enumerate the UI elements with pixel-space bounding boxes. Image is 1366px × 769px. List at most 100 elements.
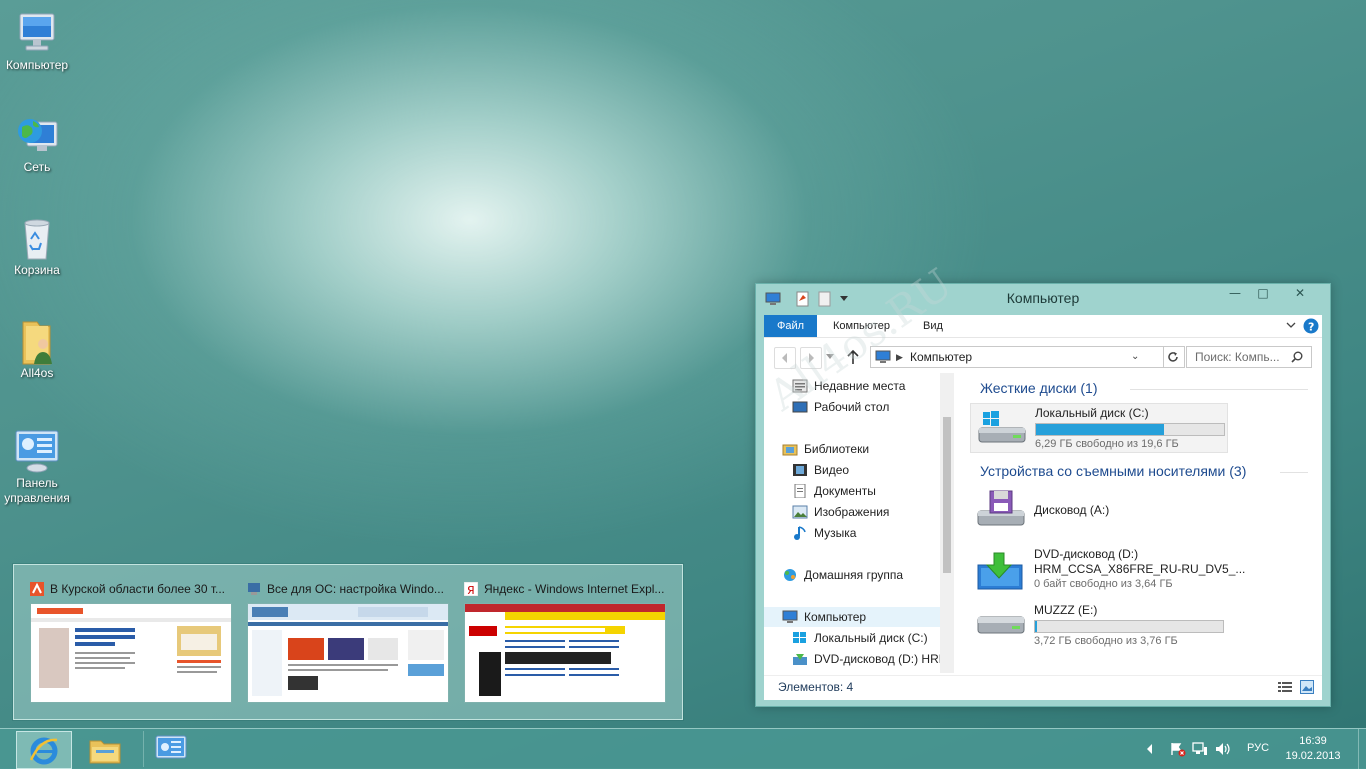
drive-name: Дисковод (A:) bbox=[1034, 503, 1110, 517]
music-icon bbox=[794, 526, 806, 540]
desktop-icon-label: Корзина bbox=[14, 263, 60, 277]
nav-item-label: Домашняя группа bbox=[804, 568, 904, 582]
show-desktop-button[interactable] bbox=[1358, 729, 1366, 769]
breadcrumb: Компьютер bbox=[910, 350, 973, 364]
search-box[interactable]: Поиск: Компь... bbox=[1186, 346, 1312, 368]
content-pane: Жесткие диски (1) Локальный диск (C:) 6,… bbox=[960, 373, 1320, 675]
desktop-icon-control-panel[interactable]: Панель управления bbox=[0, 428, 74, 506]
computer-icon bbox=[782, 610, 798, 623]
nav-item-documents[interactable]: Документы bbox=[792, 481, 876, 501]
title-bar[interactable]: Компьютер — □ ✕ bbox=[756, 284, 1330, 314]
user-folder-icon bbox=[13, 318, 61, 366]
nav-item-dvd-drive[interactable]: DVD-дисковод (D:) HRM bbox=[792, 649, 941, 669]
recent-places-icon bbox=[792, 379, 808, 393]
address-dropdown-icon[interactable]: ⌄ bbox=[1131, 347, 1139, 367]
nav-item-label: Недавние места bbox=[814, 379, 906, 393]
drive-floppy-a[interactable]: Дисковод (A:) bbox=[970, 487, 1200, 535]
floppy-drive-icon bbox=[977, 490, 1025, 526]
nav-item-label: Документы bbox=[814, 484, 876, 498]
images-icon bbox=[792, 505, 808, 519]
back-button[interactable] bbox=[774, 347, 796, 369]
desktop-icon-all4os[interactable]: All4os bbox=[0, 318, 74, 381]
drive-usb-e[interactable]: MUZZZ (E:) 3,72 ГБ свободно из 3,76 ГБ bbox=[970, 601, 1224, 649]
drive-usage-fill bbox=[1035, 621, 1037, 632]
control-panel-icon bbox=[155, 735, 187, 759]
up-arrow-icon[interactable] bbox=[846, 349, 860, 365]
tab-computer[interactable]: Компьютер bbox=[820, 315, 903, 337]
nav-item-homegroup[interactable]: Домашняя группа bbox=[782, 565, 903, 585]
explorer-window[interactable]: Компьютер — □ ✕ Файл Компьютер Вид ? ▶ К… bbox=[755, 283, 1331, 707]
show-hidden-icons-icon[interactable] bbox=[1146, 744, 1154, 754]
desktop-icon-recycle-bin[interactable]: Корзина bbox=[0, 215, 74, 278]
nav-item-desktop[interactable]: Рабочий стол bbox=[792, 397, 889, 417]
clock[interactable]: 16:39 19.02.2013 bbox=[1283, 734, 1343, 764]
nav-item-recent-places[interactable]: Недавние места bbox=[792, 376, 905, 396]
recycle-bin-icon bbox=[13, 215, 61, 263]
navigation-scrollbar[interactable] bbox=[940, 373, 954, 673]
computer-icon bbox=[13, 10, 61, 58]
svg-text:?: ? bbox=[1308, 321, 1314, 334]
help-icon[interactable]: ? bbox=[1303, 318, 1319, 334]
ribbon-tabs: Файл Компьютер Вид ? bbox=[764, 315, 1322, 337]
refresh-icon bbox=[1168, 352, 1178, 362]
drive-dvd-d[interactable]: DVD-дисковод (D:) HRM_CCSA_X86FRE_RU-RU_… bbox=[970, 545, 1245, 593]
documents-icon bbox=[794, 484, 806, 498]
taskbar-button-file-explorer[interactable] bbox=[78, 731, 132, 767]
dvd-install-icon bbox=[977, 552, 1023, 590]
refresh-button[interactable] bbox=[1162, 346, 1185, 368]
svg-text:Я: Я bbox=[467, 584, 475, 596]
recent-locations-icon[interactable] bbox=[826, 354, 834, 360]
desktop-icon-network[interactable]: Сеть bbox=[0, 112, 74, 175]
preview-window-yandex[interactable]: Я Яндекс - Windows Internet Expl... bbox=[464, 579, 666, 703]
forward-arrow-icon bbox=[809, 353, 814, 363]
preview-window-news[interactable]: В Курской области более 30 т... bbox=[30, 579, 232, 703]
action-center-icon[interactable] bbox=[1170, 741, 1186, 757]
taskbar-button-control-panel[interactable] bbox=[143, 731, 198, 767]
expand-ribbon-icon[interactable] bbox=[1286, 322, 1296, 330]
language-indicator[interactable]: РУС bbox=[1247, 742, 1269, 754]
nav-item-label: Локальный диск (C:) bbox=[814, 631, 928, 645]
network-status-icon[interactable] bbox=[1192, 741, 1208, 757]
nav-item-local-disk[interactable]: Локальный диск (C:) bbox=[792, 628, 928, 648]
search-input[interactable]: Поиск: Компь... bbox=[1195, 347, 1280, 367]
nav-item-computer[interactable]: Компьютер bbox=[764, 607, 940, 627]
preview-window-all4os[interactable]: Все для ОС: настройка Windo... bbox=[247, 579, 449, 703]
drive-local-c[interactable]: Локальный диск (C:) 6,29 ГБ свободно из … bbox=[970, 403, 1228, 453]
scrollbar-thumb[interactable] bbox=[943, 417, 951, 573]
desktop-icon-label: Компьютер bbox=[5, 58, 69, 72]
maximize-icon: □ bbox=[1257, 286, 1269, 300]
nav-item-libraries[interactable]: Библиотеки bbox=[782, 439, 869, 459]
file-explorer-icon bbox=[89, 740, 121, 764]
large-icons-view-icon[interactable] bbox=[1300, 680, 1314, 694]
drive-free-space: 6,29 ГБ свободно из 19,6 ГБ bbox=[1035, 438, 1179, 450]
drive-usage-fill bbox=[1036, 424, 1164, 435]
tab-view[interactable]: Вид bbox=[910, 315, 956, 337]
details-view-icon[interactable] bbox=[1278, 681, 1292, 694]
nav-item-video[interactable]: Видео bbox=[792, 460, 849, 480]
nav-item-label: Библиотеки bbox=[804, 442, 870, 456]
minimize-icon: — bbox=[1229, 286, 1241, 300]
tab-file[interactable]: Файл bbox=[764, 315, 818, 337]
nav-item-label: Музыка bbox=[814, 526, 857, 540]
taskbar-button-internet-explorer[interactable] bbox=[16, 731, 72, 769]
drive-free-space: 0 байт свободно из 3,64 ГБ bbox=[1034, 578, 1173, 590]
address-bar[interactable]: ▶ Компьютер ⌄ bbox=[870, 346, 1164, 368]
group-header-removable[interactable]: Устройства со съемными носителями (3) bbox=[980, 463, 1246, 479]
usb-drive-icon bbox=[977, 616, 1025, 634]
maximize-button[interactable]: □ bbox=[1250, 284, 1276, 304]
forward-button[interactable] bbox=[800, 347, 822, 369]
nav-item-music[interactable]: Музыка bbox=[792, 523, 856, 543]
desktop-icon-label: Панель управления bbox=[4, 476, 70, 505]
nav-item-label: DVD-дисковод (D:) HRM bbox=[814, 652, 941, 666]
nav-item-label: Видео bbox=[814, 463, 850, 477]
news-site-icon bbox=[30, 582, 44, 596]
nav-item-images[interactable]: Изображения bbox=[792, 502, 889, 522]
homegroup-icon bbox=[784, 569, 796, 581]
all4os-site-icon bbox=[248, 583, 260, 595]
nav-item-label: Изображения bbox=[814, 505, 890, 519]
group-header-hard-disks[interactable]: Жесткие диски (1) bbox=[980, 380, 1098, 396]
desktop-icon-computer[interactable]: Компьютер bbox=[0, 10, 74, 73]
minimize-button[interactable]: — bbox=[1222, 284, 1248, 304]
volume-icon[interactable] bbox=[1215, 741, 1231, 757]
close-button[interactable]: ✕ bbox=[1280, 284, 1320, 304]
